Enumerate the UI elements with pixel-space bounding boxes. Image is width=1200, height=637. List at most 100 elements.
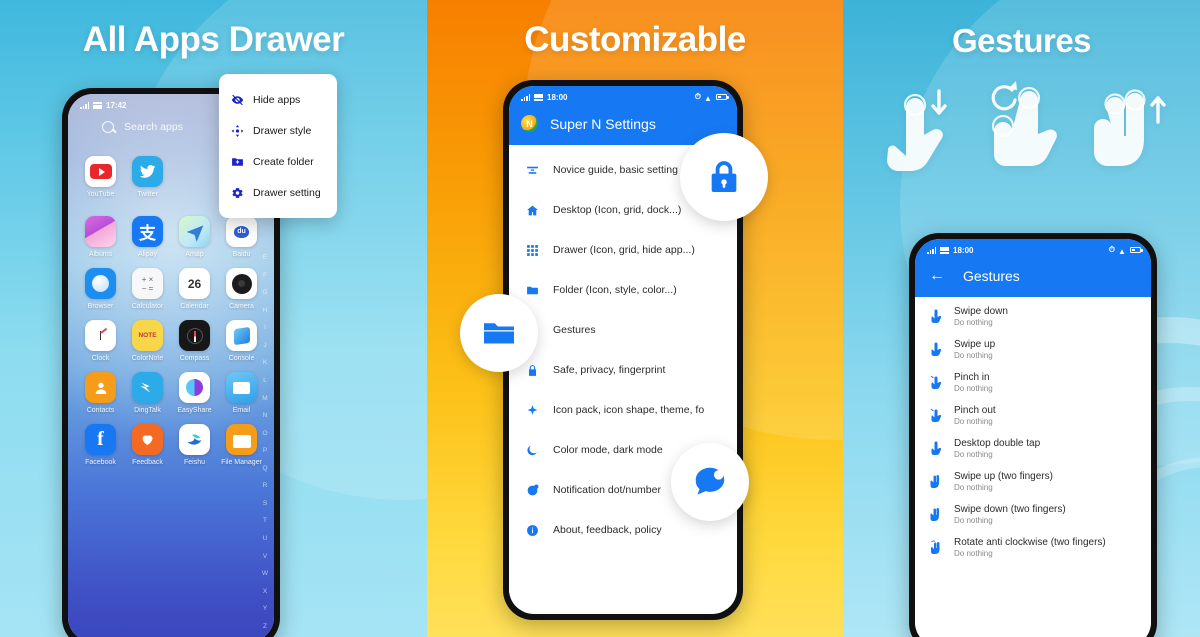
alpha-letter[interactable]: I — [264, 324, 266, 331]
battery-icon — [716, 94, 729, 100]
app-item-browser[interactable]: Browser — [77, 268, 124, 310]
search-placeholder: Search apps — [124, 121, 183, 133]
search-icon — [102, 121, 114, 133]
alpha-letter[interactable]: X — [263, 588, 267, 595]
gesture-row-text: Pinch out Do nothing — [954, 405, 996, 426]
app-item-alipay[interactable]: 支 Alipay — [124, 216, 171, 258]
gesture-name: Swipe down (two fingers) — [954, 504, 1066, 515]
menu-item-drawer-style[interactable]: Drawer style — [219, 115, 337, 146]
menu-item-label: Drawer setting — [253, 186, 321, 199]
gesture-row-text: Swipe up (two fingers) Do nothing — [954, 471, 1053, 492]
calculator-icon: + × − = — [132, 268, 163, 299]
menu-item-hide-apps[interactable]: Hide apps — [219, 84, 337, 115]
gesture-row-pinch-out[interactable]: Pinch out Do nothing — [915, 399, 1151, 432]
alpha-letter[interactable]: N — [263, 412, 268, 419]
app-item-easyshare[interactable]: EasyShare — [171, 372, 218, 414]
app-label: Email — [232, 407, 251, 414]
alpha-letter[interactable]: P — [263, 447, 267, 454]
gesture-row-desktop-double-tap[interactable]: Desktop double tap Do nothing — [915, 432, 1151, 465]
gestures-app-title: Gestures — [963, 268, 1020, 284]
settings-row-drawer[interactable]: Drawer (Icon, grid, hide app...) — [509, 230, 737, 270]
app-item-compass[interactable]: Compass — [171, 320, 218, 362]
alphabet-index-rail[interactable]: E F G H I J K L M N O P Q R S T U V W X … — [259, 254, 271, 630]
file-manager-icon — [226, 424, 257, 455]
gesture-row-text: Swipe down (two fingers) Do nothing — [954, 504, 1066, 525]
alpha-letter[interactable]: T — [263, 517, 267, 524]
status-bar-gestures: 18:00 ⏱ — [915, 239, 1151, 259]
alpha-letter[interactable]: O — [262, 430, 267, 437]
alpha-letter[interactable]: F — [263, 272, 267, 279]
app-item-facebook[interactable]: f Facebook — [77, 424, 124, 466]
lock-icon — [525, 363, 539, 377]
swipe-up-icon — [929, 341, 942, 356]
gesture-row-text: Swipe up Do nothing — [954, 339, 995, 360]
app-item-camera[interactable]: Camera — [218, 268, 265, 310]
browser-icon — [85, 268, 116, 299]
folder-badge — [460, 294, 538, 372]
app-item-colornote[interactable]: NOTE ColorNote — [124, 320, 171, 362]
rotate-ccw-icon — [929, 539, 942, 554]
app-item-feedback[interactable]: Feedback — [124, 424, 171, 466]
gesture-row-swipe-up-two-fingers[interactable]: Swipe up (two fingers) Do nothing — [915, 465, 1151, 498]
gesture-row-swipe-down[interactable]: Swipe down Do nothing — [915, 300, 1151, 333]
gesture-value: Do nothing — [954, 417, 993, 426]
app-item-twitter[interactable]: Twitter — [124, 156, 171, 198]
menu-item-create-folder[interactable]: Create folder — [219, 146, 337, 177]
gesture-row-text: Pinch in Do nothing — [954, 372, 993, 393]
alpha-letter[interactable]: Q — [262, 465, 267, 472]
wifi-icon — [1118, 247, 1127, 254]
settings-row-label: Drawer (Icon, grid, hide app...) — [553, 244, 695, 256]
app-label: Albums — [88, 251, 113, 258]
alpha-letter[interactable]: R — [263, 482, 268, 489]
phone-screen-gestures: 18:00 ⏱ ← Gestures — [915, 239, 1151, 637]
alpha-letter[interactable]: V — [263, 553, 267, 560]
panel-title-customizable: Customizable — [524, 20, 746, 59]
gesture-row-swipe-down-two-fingers[interactable]: Swipe down (two fingers) Do nothing — [915, 498, 1151, 531]
gesture-name: Pinch out — [954, 405, 996, 416]
alpha-letter[interactable]: U — [263, 535, 268, 542]
alpha-letter[interactable]: S — [263, 500, 267, 507]
arrow-left-icon[interactable]: ← — [929, 268, 945, 284]
alpha-letter[interactable]: M — [262, 395, 267, 402]
gesture-row-rotate-anti-clockwise[interactable]: Rotate anti clockwise (two fingers) Do n… — [915, 531, 1151, 564]
alpha-letter[interactable]: G — [262, 289, 267, 296]
app-item-feishu[interactable]: Feishu — [171, 424, 218, 466]
alpha-letter[interactable]: W — [262, 570, 268, 577]
battery-icon — [1130, 247, 1143, 253]
network-grid-icon — [93, 102, 102, 109]
app-item-contacts[interactable]: Contacts — [77, 372, 124, 414]
app-item-email[interactable]: Email — [218, 372, 265, 414]
gesture-name: Swipe up — [954, 339, 996, 350]
app-item-clock[interactable]: Clock — [77, 320, 124, 362]
app-item-calculator[interactable]: + × − = Calculator — [124, 268, 171, 310]
settings-row-safe-privacy[interactable]: Safe, privacy, fingerprint — [509, 350, 737, 390]
alpha-letter[interactable]: Y — [263, 605, 267, 612]
alpha-letter[interactable]: K — [263, 359, 267, 366]
app-item-file-manager[interactable]: File Manager — [218, 424, 265, 466]
settings-row-folder[interactable]: Folder (Icon, style, color...) — [509, 270, 737, 310]
app-item-dingtalk[interactable]: DingTalk — [124, 372, 171, 414]
gesture-row-pinch-in[interactable]: Pinch in Do nothing — [915, 366, 1151, 399]
alpha-letter[interactable]: J — [263, 342, 266, 349]
network-grid-icon — [940, 246, 949, 254]
app-item-console[interactable]: Console — [218, 320, 265, 362]
app-label: EasyShare — [177, 407, 212, 414]
app-item-calendar[interactable]: 26 Calendar — [171, 268, 218, 310]
settings-row-gestures[interactable]: Gestures — [509, 310, 737, 350]
info-icon — [525, 523, 539, 537]
app-item-youtube[interactable]: YouTube — [77, 156, 124, 198]
alpha-letter[interactable]: Z — [263, 623, 267, 630]
menu-item-drawer-setting[interactable]: Drawer setting — [219, 177, 337, 208]
app-label: Baidu — [232, 251, 251, 258]
app-item-baidu[interactable]: du Baidu — [218, 216, 265, 258]
alpha-letter[interactable]: L — [263, 377, 267, 384]
moon-icon — [525, 443, 539, 457]
app-label: Console — [228, 355, 255, 362]
app-item-amap[interactable]: Amap — [171, 216, 218, 258]
app-label: Alipay — [137, 251, 158, 258]
gesture-row-swipe-up[interactable]: Swipe up Do nothing — [915, 333, 1151, 366]
alpha-letter[interactable]: E — [263, 254, 267, 261]
settings-row-icon-pack[interactable]: Icon pack, icon shape, theme, fo — [509, 390, 737, 430]
app-item-albums[interactable]: Albums — [77, 216, 124, 258]
alpha-letter[interactable]: H — [263, 307, 268, 314]
